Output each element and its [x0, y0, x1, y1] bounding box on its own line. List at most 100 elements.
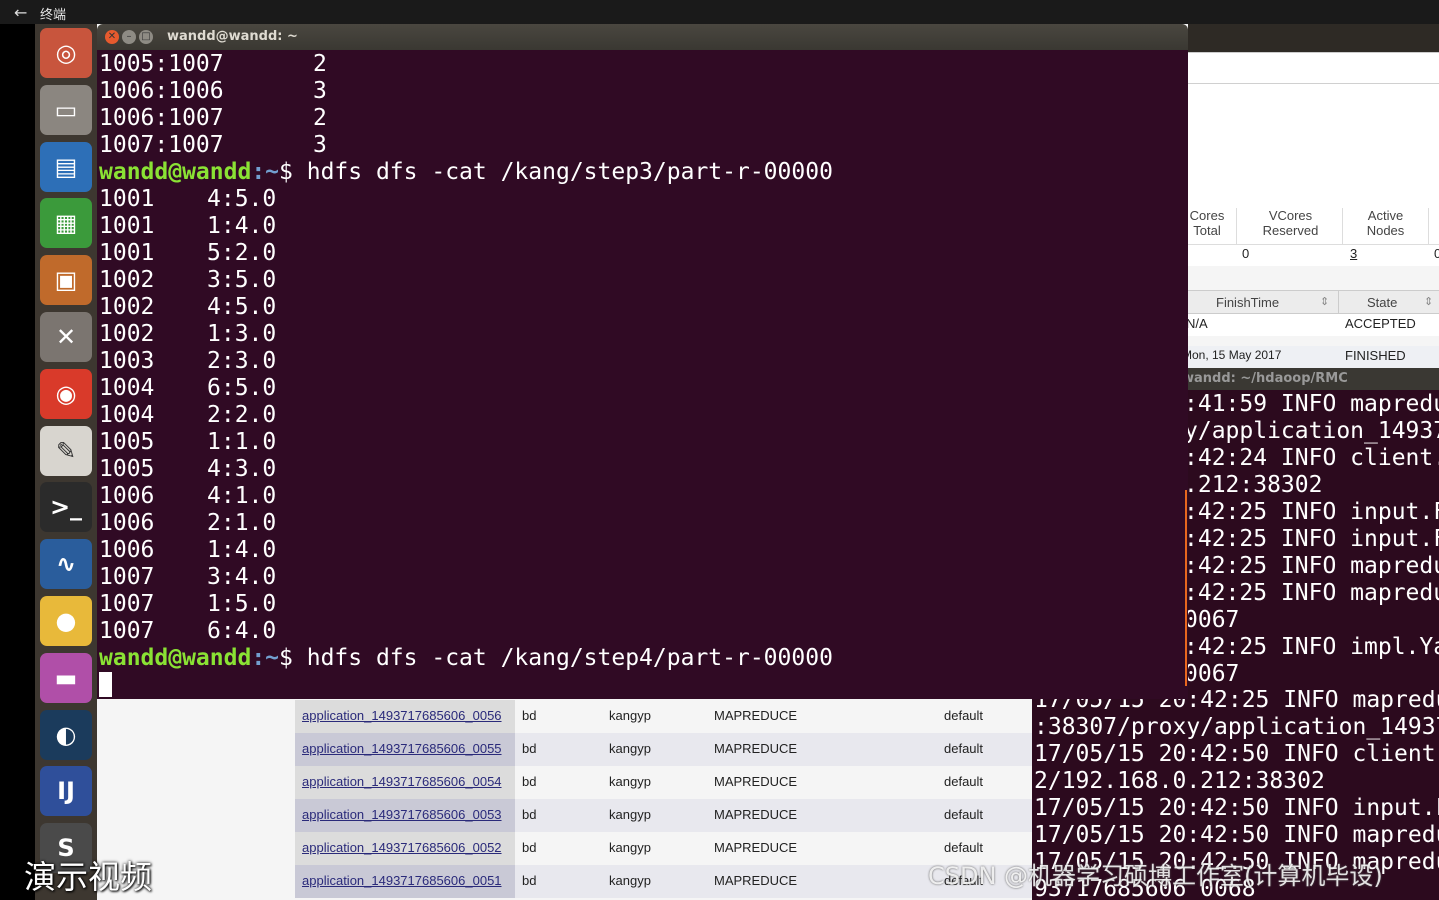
application-id-link[interactable]: application_1493717685606_0051 — [295, 865, 515, 898]
terminal-line: 1004 2:2.0 — [99, 402, 277, 428]
application-id-link[interactable]: application_1493717685606_0052 — [295, 832, 515, 865]
terminal2-line: 0067 — [1188, 661, 1240, 687]
terminal2-line: :42:25 INFO input.F — [1188, 526, 1439, 552]
hadoop-icon[interactable]: ● — [40, 596, 92, 646]
cell-name: kangyp — [609, 708, 651, 723]
terminal-titlebar[interactable]: ✕ – □ wandd@wandd: ~ — [97, 24, 1188, 50]
steam-icon[interactable]: ◐ — [40, 709, 92, 760]
terminal2-line: :42:25 INFO impl.Ya — [1188, 634, 1439, 660]
apps-table-header: FinishTime ⇕ State ⇕ — [1188, 290, 1439, 314]
terminal-line: 1006:1007 2 — [99, 105, 327, 131]
terminal2-line: :41:59 INFO mapredu — [1188, 391, 1439, 417]
terminal-line: 1005:1007 2 — [99, 51, 327, 77]
terminal2-line: y/application_14937 — [1188, 418, 1439, 444]
terminal3-line: :38307/proxy/application_14937 — [1034, 714, 1439, 740]
cell-queue: default — [944, 741, 984, 756]
terminal2-line: :42:25 INFO mapredu — [1188, 553, 1439, 579]
metric-header-vcores-reserved: VCores Reserved — [1262, 208, 1319, 238]
cell-type: MAPREDUCE — [714, 807, 798, 822]
terminal2-line: :42:25 INFO input.F — [1188, 499, 1439, 525]
metric-value-next: 0 — [1434, 246, 1439, 261]
cell-user: bd — [522, 873, 537, 888]
back-arrow-icon[interactable]: ← — [14, 3, 27, 22]
col-state[interactable]: State — [1367, 295, 1397, 310]
video-caption: 演示视频 — [24, 858, 153, 896]
mysql-workbench-icon[interactable]: ∿ — [40, 539, 92, 590]
close-icon[interactable]: ✕ — [105, 30, 119, 44]
terminal2-titlebar[interactable]: wandd: ~/hdaoop/RMC — [1182, 368, 1439, 390]
terminal-line: 1007 3:4.0 — [99, 564, 277, 590]
sort-icon[interactable]: ⇕ — [1320, 295, 1329, 308]
col-finishtime[interactable]: FinishTime — [1216, 295, 1279, 310]
terminal-line: 1006:1006 3 — [99, 78, 327, 104]
table-row: application_1493717685606_0055 bd kangyp MA… — [295, 733, 1032, 766]
terminal-line: 1002 4:5.0 — [99, 294, 277, 320]
cell-queue: default — [944, 840, 984, 855]
writer-icon[interactable]: ▤ — [40, 141, 92, 192]
terminal-prompt-line: wandd@wandd:~$ hdfs dfs -cat /kang/step3… — [99, 159, 833, 185]
terminal-title: wandd@wandd: ~ — [167, 29, 298, 44]
cell-type: MAPREDUCE — [714, 741, 798, 756]
terminal-content[interactable]: 1005:1007 2 1006:1006 3 1006:1007 2 1007:1007 3… — [97, 50, 1188, 699]
terminal-icon[interactable]: >_ — [40, 482, 92, 533]
settings-icon[interactable]: ✕ — [40, 312, 92, 362]
top-panel: ← 终端 — [0, 0, 1439, 24]
application-id-link[interactable]: application_1493717685606_0054 — [295, 766, 515, 799]
cell-queue: default — [944, 807, 984, 822]
files-icon[interactable]: ▭ — [40, 84, 92, 135]
cell-user: bd — [522, 708, 537, 723]
application-id-link[interactable]: application_1493717685606_0056 — [295, 700, 515, 733]
launcher: ◎ ▭ ▤ ▦ ▣ ✕ ◉ ✎ >_ ∿ ● ▬ ◐ IJ S — [35, 24, 97, 900]
application-id-link[interactable]: application_1493717685606_0053 — [295, 799, 515, 832]
app-window-icon[interactable]: ▬ — [40, 652, 92, 703]
cluster-metrics-table: Cores Total VCores Reserved Active Nodes 0 … — [1188, 204, 1439, 266]
terminal3-line: 17/05/15 20:42:50 INFO mapredu — [1034, 822, 1439, 848]
cell-user: bd — [522, 807, 537, 822]
window-app-title: 终端 — [40, 8, 67, 23]
terminal-prompt-line: wandd@wandd:~$ hdfs dfs -cat /kang/step4… — [99, 645, 833, 671]
application-id-link[interactable]: application_1493717685606_0055 — [295, 733, 515, 766]
terminal-line: 1007 1:5.0 — [99, 591, 277, 617]
terminal-line: 1006 1:4.0 — [99, 537, 277, 563]
table-row: N/A ACCEPTED — [1186, 314, 1439, 336]
impress-icon[interactable]: ▣ — [40, 255, 92, 306]
table-row: application_1493717685606_0052 bd kangyp MA… — [295, 832, 1032, 865]
terminal-cursor[interactable] — [99, 672, 112, 699]
calc-icon[interactable]: ▦ — [40, 198, 92, 249]
terminal2-line: .212:38302 — [1188, 472, 1323, 498]
terminal-line: 1003 2:3.0 — [99, 348, 277, 374]
text-editor-icon[interactable]: ✎ — [40, 425, 92, 476]
cell-user: bd — [522, 840, 537, 855]
cell-type: MAPREDUCE — [714, 873, 798, 888]
netease-music-icon[interactable]: ◉ — [40, 368, 92, 419]
metric-value-reserved: 0 — [1242, 246, 1250, 261]
applications-table: application_1493717685606_0056 bd kangyp MA… — [295, 700, 1032, 900]
window-edge-highlight — [1185, 490, 1187, 686]
table-row: application_1493717685606_0056 bd kangyp MA… — [295, 700, 1032, 733]
table-row: application_1493717685606_0051 bd kangyp MA… — [295, 865, 1032, 898]
cell-user: bd — [522, 741, 537, 756]
terminal-line: 1007 6:4.0 — [99, 618, 277, 644]
terminal-line: 1001 1:4.0 — [99, 213, 277, 239]
terminal2-line: :42:24 INFO client. — [1188, 445, 1439, 471]
cell-queue: default — [944, 774, 984, 789]
intellij-icon[interactable]: IJ — [40, 766, 92, 817]
sort-icon[interactable]: ⇕ — [1424, 295, 1433, 308]
cell-user: bd — [522, 774, 537, 789]
terminal2-content[interactable]: :41:59 INFO mapredu y/application_14937:4… — [1188, 390, 1439, 700]
terminal-line: 1006 4:1.0 — [99, 483, 277, 509]
cell-name: kangyp — [609, 873, 651, 888]
cell-type: MAPREDUCE — [714, 840, 798, 855]
terminal-line: 1004 6:5.0 — [99, 375, 277, 401]
metric-value-active-nodes[interactable]: 3 — [1350, 246, 1357, 261]
terminal-line: 1005 1:1.0 — [99, 429, 277, 455]
minimize-icon[interactable]: – — [122, 30, 136, 44]
maximize-icon[interactable]: □ — [139, 30, 153, 44]
terminal3-line: 17/05/15 20:42:50 INFO client. — [1034, 741, 1439, 767]
ubuntu-icon[interactable]: ◎ — [40, 28, 92, 78]
metric-header-vcores-total: Cores Total — [1189, 208, 1225, 238]
cell-name: kangyp — [609, 807, 651, 822]
metric-header-active-nodes[interactable]: Active Nodes — [1348, 208, 1423, 238]
terminal-line: 1002 1:3.0 — [99, 321, 277, 347]
cell-name: kangyp — [609, 840, 651, 855]
